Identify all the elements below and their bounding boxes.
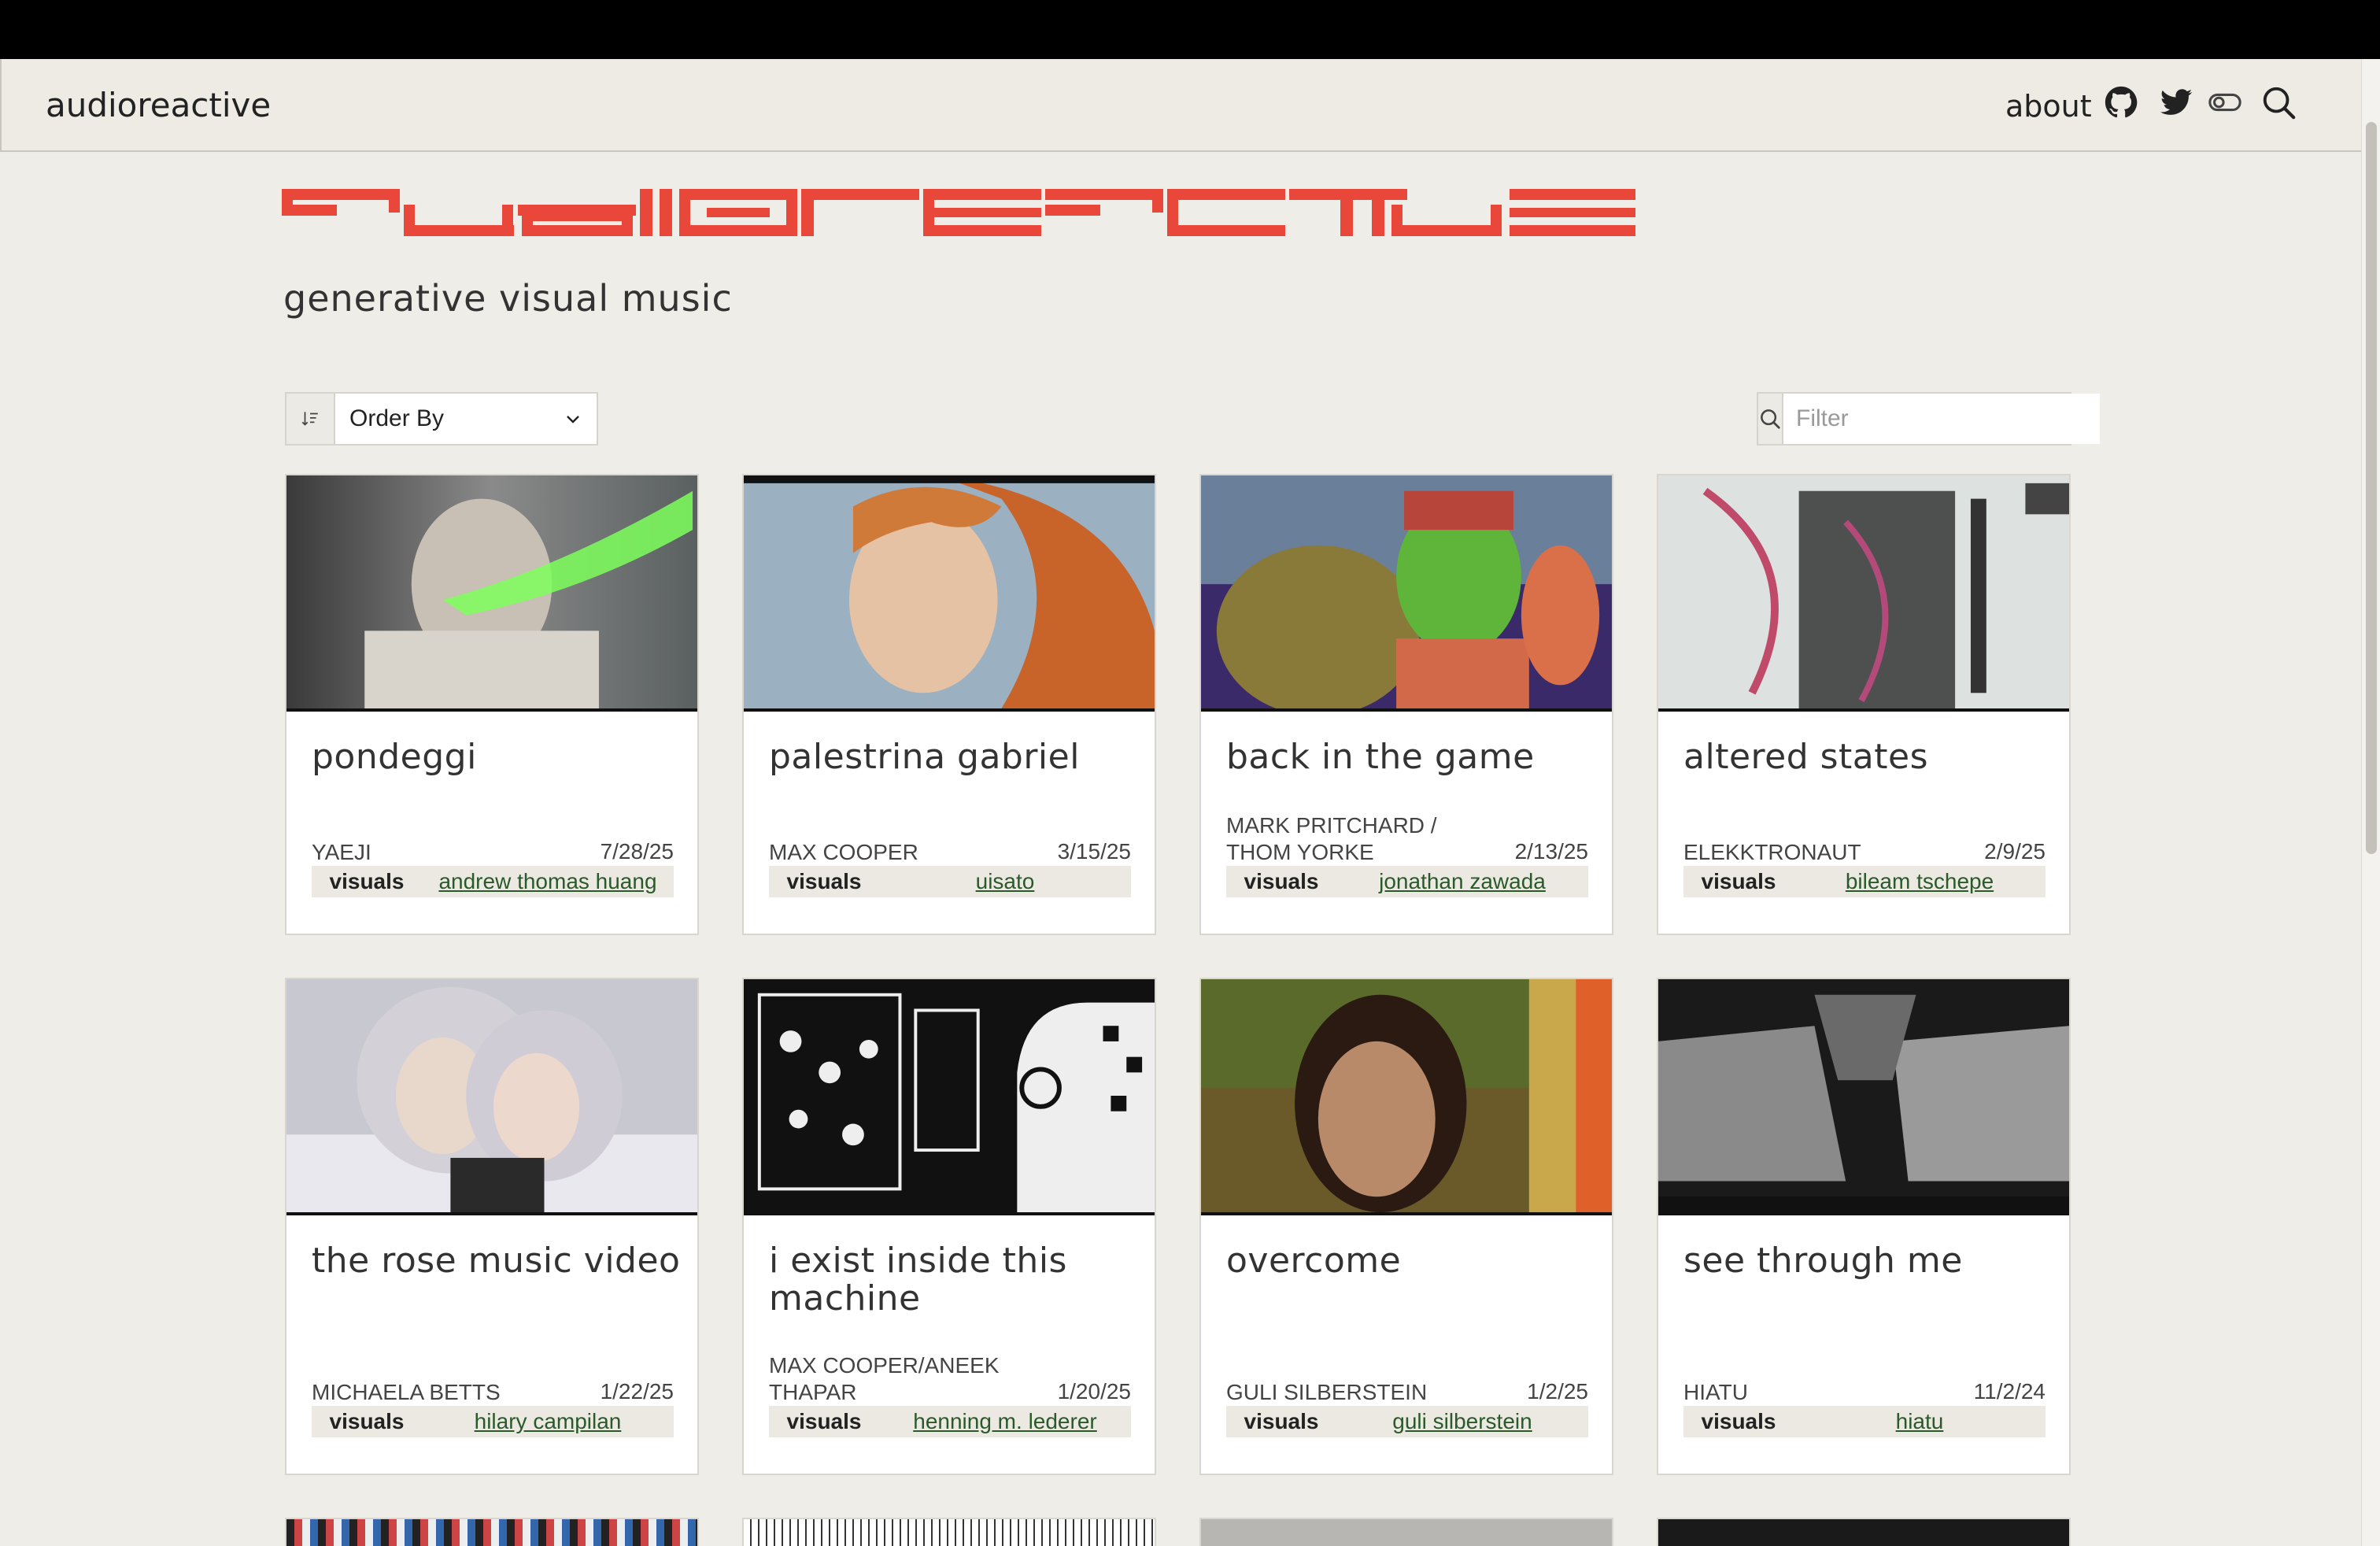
video-card[interactable]: overcome GULI SILBERSTEIN 1/2/25 visuals… [1199,978,1613,1475]
theme-toggle-icon[interactable] [2207,84,2243,120]
twitter-icon[interactable] [2158,84,2194,120]
card-artist: MICHAELA BETTS [312,1380,501,1404]
card-title[interactable]: palestrina gabriel [769,738,1139,776]
visuals-row: visuals henning m. lederer [769,1406,1131,1437]
visuals-label: visuals [1244,869,1319,893]
video-card-thumbnail-partial[interactable] [1199,1518,1613,1546]
video-card[interactable]: back in the game MARK PRITCHARD / THOM Y… [1199,474,1613,935]
visuals-row: visuals uisato [769,866,1131,897]
scrollbar-thumb[interactable] [2366,122,2377,854]
card-date: 7/28/25 [600,839,674,864]
tagline: generative visual music [283,277,733,320]
card-artist: HIATU [1683,1380,1748,1404]
visuals-label: visuals [1701,1409,1776,1433]
visuals-artist-link[interactable]: andrew thomas huang [422,869,674,894]
navbar: audioreactive about [0,59,2361,152]
github-icon[interactable] [2103,84,2139,120]
video-card[interactable]: palestrina gabriel MAX COOPER 3/15/25 vi… [742,474,1156,935]
visuals-label: visuals [1701,869,1776,893]
card-title[interactable]: see through me [1683,1242,2053,1280]
card-artist: ELEKKTRONAUT [1683,840,1861,864]
visuals-row: visuals jonathan zawada [1226,866,1588,897]
card-artist: YAEJI [312,840,371,864]
visuals-artist-link[interactable]: hilary campilan [422,1409,674,1434]
card-artist: MAX COOPER [769,840,918,864]
order-by-label: Order By [349,405,445,431]
visuals-label: visuals [329,1409,405,1433]
card-thumbnail[interactable] [1658,475,2069,712]
visuals-artist-link[interactable]: jonathan zawada [1336,869,1588,894]
card-title[interactable]: pondeggi [312,738,682,776]
page-scrollbar[interactable] [2361,59,2380,1546]
card-date: 2/9/25 [1984,839,2046,864]
brand-link[interactable]: audioreactive [46,86,271,124]
visuals-row: visuals andrew thomas huang [312,866,674,897]
card-date: 1/2/25 [1527,1379,1588,1404]
browser-top-bar [0,0,2380,59]
card-thumbnail[interactable] [744,475,1155,712]
chevron-down-icon [549,394,597,444]
visuals-artist-link[interactable]: hiatu [1794,1409,2046,1434]
visuals-label: visuals [1244,1409,1319,1433]
order-by-dropdown[interactable]: Order By [285,392,598,446]
card-thumbnail[interactable] [1201,475,1612,712]
card-title[interactable]: i exist inside this machine [769,1242,1139,1318]
card-date: 11/2/24 [1973,1379,2046,1404]
card-title[interactable]: altered states [1683,738,2053,776]
visuals-label: visuals [786,1409,862,1433]
filter-input[interactable] [1783,394,2100,444]
card-title[interactable]: the rose music video [312,1242,682,1280]
visuals-label: visuals [786,869,862,893]
card-thumbnail[interactable] [1658,979,2069,1215]
video-card-thumbnail-partial[interactable] [742,1518,1156,1546]
video-card-thumbnail-partial[interactable] [285,1518,699,1546]
visuals-artist-link[interactable]: guli silberstein [1336,1409,1588,1434]
card-thumbnail[interactable] [286,475,697,712]
visuals-row: visuals bileam tschepe [1683,866,2046,897]
nav-about-link[interactable]: about [2005,89,2092,124]
visuals-artist-link[interactable]: bileam tschepe [1794,869,2046,894]
video-card[interactable]: pondeggi YAEJI 7/28/25 visuals andrew th… [285,474,699,935]
visuals-row: visuals hiatu [1683,1406,2046,1437]
card-date: 1/20/25 [1057,1379,1131,1404]
card-thumbnail[interactable] [1201,979,1612,1215]
visuals-row: visuals hilary campilan [312,1406,674,1437]
card-artist: GULI SILBERSTEIN [1226,1380,1428,1404]
video-card[interactable]: i exist inside this machine MAX COOPER/A… [742,978,1156,1475]
visuals-row: visuals guli silberstein [1226,1406,1588,1437]
visuals-artist-link[interactable]: uisato [879,869,1131,894]
video-card[interactable]: the rose music video MICHAELA BETTS 1/22… [285,978,699,1475]
search-icon[interactable] [2260,84,2297,120]
card-date: 3/15/25 [1057,839,1131,864]
sort-icon [286,394,335,444]
video-card[interactable]: see through me HIATU 11/2/24 visuals hia… [1657,978,2071,1475]
card-title[interactable]: overcome [1226,1242,1596,1280]
card-artist: MARK PRITCHARD / THOM YORKE [1226,813,1437,864]
card-artist: MAX COOPER/ANEEK THAPAR [769,1353,1000,1404]
audioreactive-logo [282,189,1635,236]
card-title[interactable]: back in the game [1226,738,1596,776]
video-card-thumbnail-partial[interactable] [1657,1518,2071,1546]
filter-box [1757,392,2100,446]
card-date: 1/22/25 [600,1379,674,1404]
card-thumbnail[interactable] [744,979,1155,1215]
visuals-artist-link[interactable]: henning m. lederer [879,1409,1131,1434]
visuals-label: visuals [329,869,405,893]
video-card[interactable]: altered states ELEKKTRONAUT 2/9/25 visua… [1657,474,2071,935]
card-date: 2/13/25 [1514,839,1588,864]
card-thumbnail[interactable] [286,979,697,1215]
search-icon [1758,394,1783,444]
